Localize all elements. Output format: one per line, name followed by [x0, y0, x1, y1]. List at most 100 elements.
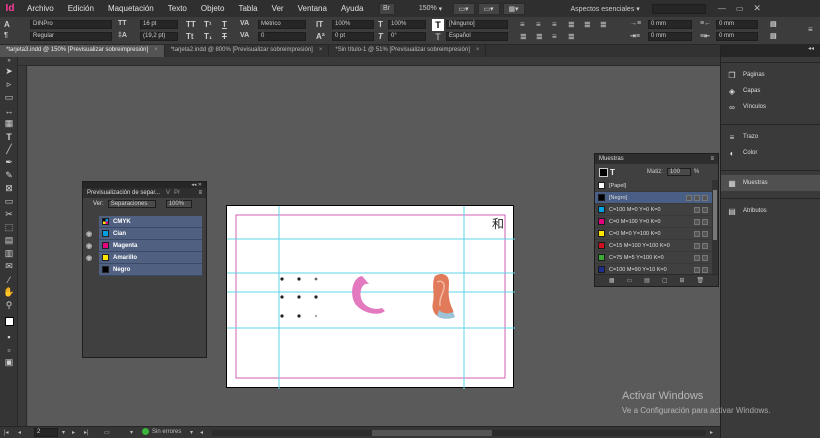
dock-item-capas[interactable]: ◈ Capas	[721, 83, 820, 99]
menu-ventana[interactable]: Ventana	[291, 4, 334, 13]
preflight-menu-icon[interactable]: ▾	[130, 429, 133, 436]
line-tool-icon[interactable]: ╱	[0, 143, 18, 156]
align-towards-spine-icon[interactable]: ≣	[568, 20, 575, 29]
separations-view-select[interactable]: Separaciones	[107, 200, 156, 208]
menu-archivo[interactable]: Archivo	[20, 4, 61, 13]
gradient-swatch-tool-icon[interactable]: ▤	[0, 234, 18, 247]
collapse-tools-icon[interactable]: »	[0, 57, 18, 65]
page-tool-icon[interactable]: ▭	[0, 91, 18, 104]
justify-last-left-icon[interactable]: ≣	[584, 20, 591, 29]
tracking-field[interactable]: 0	[258, 32, 306, 41]
underline-icon[interactable]: T	[222, 20, 227, 29]
swatch-row-green[interactable]: C=75 M=5 Y=100 K=0	[595, 252, 718, 264]
menu-edicion[interactable]: Edición	[61, 4, 101, 13]
dock-item-paginas[interactable]: ❐ Páginas	[721, 67, 820, 83]
swatch-row-y100[interactable]: C=0 M=0 Y=100 K=0	[595, 228, 718, 240]
tint-field[interactable]: 100	[666, 168, 691, 176]
fill-swatch-icon[interactable]	[599, 167, 608, 177]
eye-icon[interactable]: ◉	[86, 254, 92, 262]
direct-selection-tool-icon[interactable]: ▹	[0, 78, 18, 91]
menu-texto[interactable]: Texto	[161, 4, 194, 13]
font-family-field[interactable]: DINPro	[30, 20, 112, 29]
close-icon[interactable]: ✕	[753, 3, 761, 14]
skew-field[interactable]: 0°	[388, 32, 426, 41]
menu-tabla[interactable]: Tabla	[231, 4, 264, 13]
tab-tarjeta2[interactable]: *tarjeta2.indd @ 800% [Previsualizar sob…	[165, 45, 330, 57]
separations-zoom-select[interactable]: 100%	[165, 200, 192, 208]
preflight-status-text[interactable]: Sin errores	[152, 429, 181, 435]
all-caps-icon[interactable]: TT	[186, 20, 196, 29]
justify-last-center-icon[interactable]: ≣	[520, 32, 527, 41]
eye-icon[interactable]: ◉	[86, 242, 92, 250]
swatches-panel-title[interactable]: Muestras	[599, 156, 624, 162]
separation-row-amarillo[interactable]: ◉ Amarillo	[86, 252, 202, 264]
free-transform-tool-icon[interactable]: ⬚	[0, 221, 18, 234]
menu-ver[interactable]: Ver	[265, 4, 291, 13]
next-page-icon[interactable]: ▸	[72, 429, 75, 436]
hand-tool-icon[interactable]: ✋	[0, 286, 18, 299]
menu-ayuda[interactable]: Ayuda	[334, 4, 371, 13]
eye-icon[interactable]: ◉	[86, 230, 92, 238]
separations-panel-title[interactable]: Previsualización de separ...	[87, 190, 160, 196]
formatting-text-icon[interactable]: T	[610, 168, 615, 177]
language-field[interactable]: Español	[446, 32, 508, 41]
rectangle-tool-icon[interactable]: ▭	[0, 195, 18, 208]
justify-all-icon[interactable]: ≣	[600, 20, 607, 29]
small-caps-icon[interactable]: Tt	[186, 32, 194, 41]
pen-tool-icon[interactable]: ✒	[0, 156, 18, 169]
align-center-icon[interactable]: ≡	[536, 20, 541, 29]
tab-sin-titulo[interactable]: *Sin título-1 @ 51% [Previsualizar sobre…	[329, 45, 487, 57]
horizontal-scroll-thumb[interactable]	[372, 430, 492, 436]
note-tool-icon[interactable]: ✉	[0, 260, 18, 273]
align-right-icon[interactable]: ≡	[552, 20, 557, 29]
normal-view-icon[interactable]: ▫	[0, 343, 18, 356]
swatch-row-papel[interactable]: [Papel]	[595, 180, 718, 192]
dock-item-color[interactable]: ◐ Color	[721, 145, 820, 161]
selection-tool-icon[interactable]: ➤	[0, 65, 18, 78]
previous-page-icon[interactable]: ◂	[18, 429, 21, 436]
tab-close-icon[interactable]: ×	[476, 47, 480, 53]
tab-tarjeta3[interactable]: *tarjeta3.indd @ 150% [Previsualizar sob…	[0, 45, 165, 57]
separation-row-negro[interactable]: Negro	[99, 264, 202, 276]
separations-tab-3[interactable]: Pr	[174, 190, 180, 196]
char-style-field[interactable]: [Ninguno]	[446, 20, 508, 29]
separation-row-cian[interactable]: ◉ Cian	[86, 228, 202, 240]
horizontal-ruler[interactable]	[18, 57, 720, 66]
document-page[interactable]: 和	[226, 205, 515, 389]
horizontal-scale-field[interactable]: 100%	[388, 20, 426, 29]
show-color-swatches-icon[interactable]: ▭	[627, 277, 633, 284]
separations-tab-2[interactable]: V	[166, 190, 170, 196]
bridge-button[interactable]: Br	[378, 2, 395, 15]
subscript-icon[interactable]: T₁	[204, 32, 212, 41]
zoom-select[interactable]: 150% ▾	[415, 3, 447, 15]
type-tool-icon[interactable]: T	[0, 130, 18, 143]
preflight-options-icon[interactable]: ▾	[190, 429, 193, 436]
eyedropper-tool-icon[interactable]: ⁄	[0, 273, 18, 286]
fill-stroke-icon[interactable]	[0, 312, 18, 330]
swatches-scroll-thumb[interactable]	[713, 190, 717, 240]
gradient-feather-tool-icon[interactable]: ▥	[0, 247, 18, 260]
last-page-icon[interactable]: ▸|	[84, 429, 89, 436]
delete-swatch-icon[interactable]: 🗑	[697, 277, 705, 284]
swatches-panel-menu-icon[interactable]: ≡	[710, 156, 714, 162]
fill-text-icon[interactable]: T	[432, 19, 444, 31]
last-line-indent-field[interactable]: 0 mm	[716, 32, 758, 41]
strikethrough-icon[interactable]: T	[222, 32, 227, 41]
page-menu-icon[interactable]: ▾	[62, 429, 65, 436]
new-swatch-icon[interactable]: ⊞	[680, 277, 685, 284]
menu-objeto[interactable]: Objeto	[194, 4, 232, 13]
swatch-row-negro[interactable]: [Negro]	[595, 192, 718, 204]
horizontal-scroll-right-icon[interactable]: ▸	[710, 429, 713, 436]
swatch-row-m100[interactable]: C=0 M=100 Y=0 K=0	[595, 216, 718, 228]
kerning-field[interactable]: Métrico	[258, 20, 306, 29]
justify-full-icon[interactable]: ≣	[568, 32, 575, 41]
swatch-row-red[interactable]: C=15 M=100 Y=100 K=0	[595, 240, 718, 252]
food-illustration[interactable]	[227, 206, 515, 389]
zoom-tool-icon[interactable]: ⚲	[0, 299, 18, 312]
page-number-field[interactable]: 2	[34, 428, 58, 437]
vertical-ruler[interactable]	[18, 66, 27, 426]
swatches-scrollbar[interactable]	[712, 180, 718, 276]
baseline-shift-field[interactable]: 0 pt	[332, 32, 374, 41]
pencil-tool-icon[interactable]: ✎	[0, 169, 18, 182]
character-mode-icon[interactable]: A	[4, 20, 10, 29]
